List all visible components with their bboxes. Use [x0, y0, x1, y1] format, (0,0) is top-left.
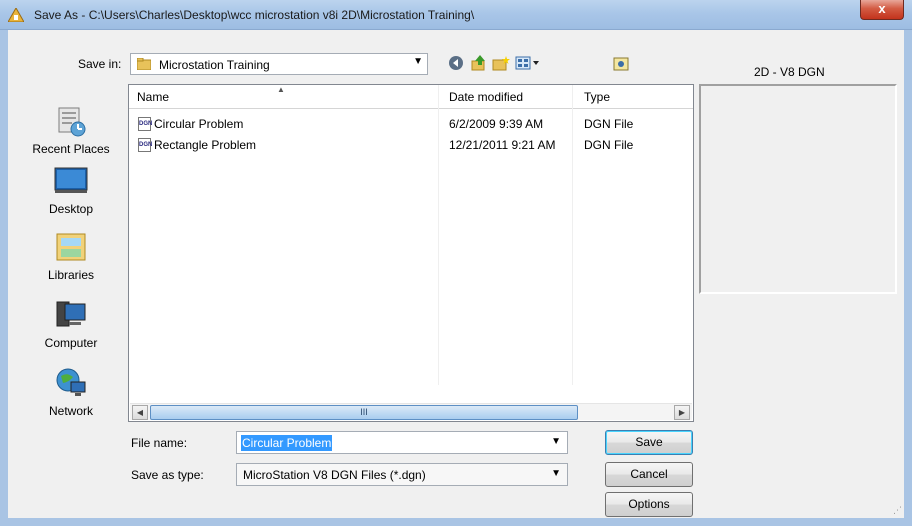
cancel-button[interactable]: Cancel: [605, 462, 693, 487]
place-label: Desktop: [48, 202, 94, 216]
file-date: 6/2/2009 9:39 AM: [449, 117, 544, 131]
table-row[interactable]: DGN Circular Problem 6/2/2009 9:39 AM DG…: [129, 114, 693, 134]
scroll-right-icon[interactable]: ▶: [674, 405, 690, 420]
new-folder-icon[interactable]: [491, 55, 511, 73]
file-name-input[interactable]: Circular Problem ▼: [236, 431, 568, 454]
place-computer[interactable]: Computer: [16, 298, 126, 350]
dgn-file-icon: DGN: [138, 117, 152, 131]
file-date: 12/21/2011 9:21 AM: [449, 138, 556, 152]
save-type-label: Save as type:: [131, 468, 204, 482]
chevron-down-icon[interactable]: ▼: [551, 436, 561, 447]
save-as-type-dropdown[interactable]: MicroStation V8 DGN Files (*.dgn) ▼: [236, 463, 568, 486]
list-header: Name ▲ Date modified Type: [129, 85, 693, 109]
file-type: DGN File: [584, 117, 634, 131]
up-folder-icon[interactable]: [469, 55, 489, 73]
save-type-value: MicroStation V8 DGN Files (*.dgn): [243, 468, 426, 482]
title-bar[interactable]: Save As - C:\Users\Charles\Desktop\wcc m…: [0, 0, 912, 30]
window-frame-left: [0, 30, 8, 526]
window-frame-bottom: [0, 518, 912, 526]
preview-folder-icon[interactable]: [611, 55, 631, 73]
place-label: Recent Places: [32, 142, 110, 156]
close-button[interactable]: x: [860, 0, 904, 20]
save-in-label: Save in:: [78, 57, 122, 71]
chevron-down-icon[interactable]: ▼: [413, 56, 423, 67]
column-header-date[interactable]: Date modified: [449, 90, 523, 104]
file-name: Rectangle Problem: [154, 138, 257, 152]
place-libraries[interactable]: Libraries: [16, 230, 126, 282]
save-button[interactable]: Save: [605, 430, 693, 455]
column-header-name[interactable]: Name: [137, 90, 169, 104]
place-label: Computer: [44, 336, 98, 350]
place-desktop[interactable]: Desktop: [16, 164, 126, 216]
computer-icon: [53, 298, 89, 334]
horizontal-scrollbar[interactable]: ◀ III ▶: [130, 403, 692, 420]
scroll-left-icon[interactable]: ◀: [132, 405, 148, 420]
back-icon[interactable]: [446, 55, 466, 73]
network-icon: [53, 366, 89, 402]
file-list[interactable]: Name ▲ Date modified Type DGN Circular P…: [128, 84, 694, 422]
window-title: Save As - C:\Users\Charles\Desktop\wcc m…: [34, 8, 475, 22]
preview-title: 2D - V8 DGN: [754, 65, 825, 79]
chevron-down-icon[interactable]: ▼: [551, 468, 561, 479]
place-recent-places[interactable]: Recent Places: [16, 104, 126, 156]
microstation-app-icon: [8, 8, 24, 22]
place-network[interactable]: Network: [16, 366, 126, 418]
preview-panel: [699, 84, 897, 294]
save-in-value: Microstation Training: [159, 58, 270, 72]
places-bar: Recent Places Desktop Libraries Computer…: [16, 84, 126, 434]
options-button[interactable]: Options: [605, 492, 693, 517]
file-name-value[interactable]: Circular Problem: [241, 435, 333, 451]
window-frame-right: [904, 30, 912, 526]
resize-grip-icon[interactable]: ⋰: [893, 505, 902, 516]
save-in-dropdown[interactable]: Microstation Training ▼: [130, 53, 428, 75]
scroll-thumb[interactable]: III: [150, 405, 578, 420]
desktop-icon: [53, 164, 89, 200]
table-row[interactable]: DGN Rectangle Problem 12/21/2011 9:21 AM…: [129, 135, 693, 155]
place-label: Network: [48, 404, 93, 418]
place-label: Libraries: [47, 268, 95, 282]
file-name-label: File name:: [131, 436, 188, 450]
sort-ascending-icon: ▲: [277, 85, 285, 94]
view-menu-icon[interactable]: [514, 55, 542, 73]
file-type: DGN File: [584, 138, 634, 152]
column-header-type[interactable]: Type: [584, 90, 610, 104]
recent-places-icon: [53, 104, 89, 140]
dgn-file-icon: DGN: [138, 138, 152, 152]
folder-icon: [137, 58, 151, 70]
file-name: Circular Problem: [154, 117, 244, 131]
libraries-icon: [53, 230, 89, 266]
